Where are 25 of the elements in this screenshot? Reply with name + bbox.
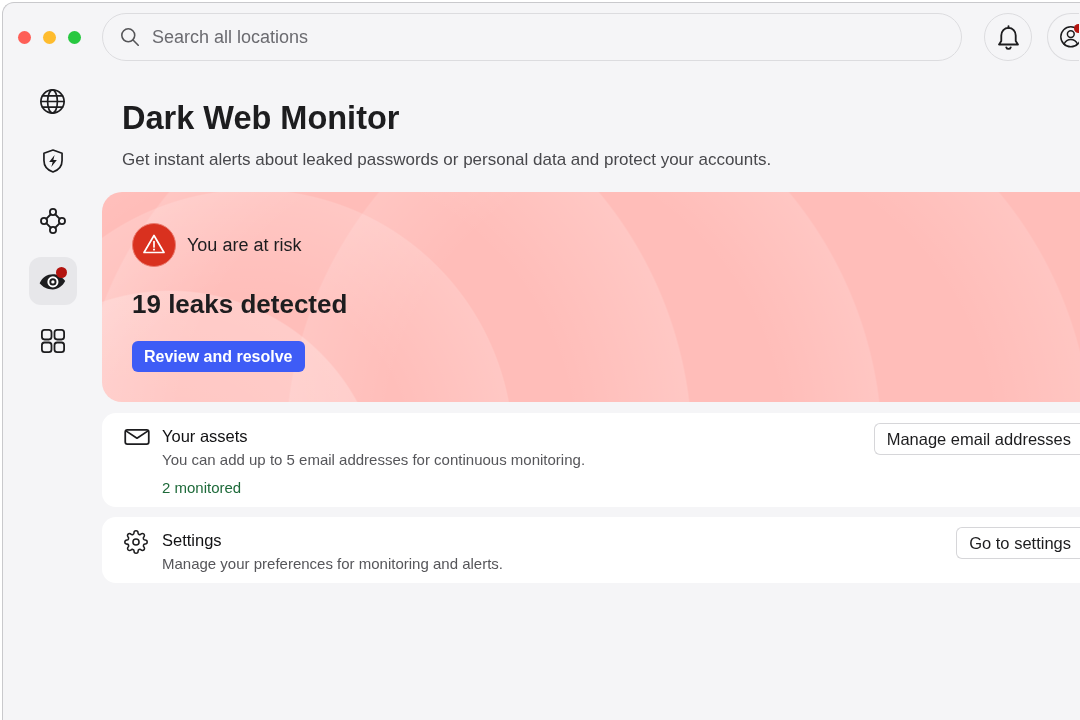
leak-count: 19 leaks detected (132, 288, 349, 320)
search-icon (121, 28, 139, 46)
globe-icon (40, 88, 65, 114)
bell-icon (997, 24, 1019, 50)
review-button[interactable]: Review and resolve (132, 341, 305, 372)
section-action-button[interactable]: Manage email addresses (873, 423, 1080, 455)
section-action-button[interactable]: Go to settings (956, 527, 1080, 559)
section-title: Your assets (162, 426, 249, 446)
mail-icon (124, 429, 150, 445)
gear-icon (124, 530, 148, 554)
page-subtitle: Get instant alerts about leaked passwords or personal data and protect your accounts. (122, 150, 773, 170)
warning-icon (132, 223, 176, 267)
page-title: Dark Web Monitor (122, 99, 401, 138)
shield-icon (42, 149, 63, 173)
section-description: Manage your preferences for monitoring and alerts. (162, 554, 504, 574)
network-icon (39, 208, 66, 234)
risk-status: You are at risk (187, 234, 302, 256)
search-field[interactable]: Search all locations (102, 13, 962, 61)
section-title: Settings (162, 530, 223, 550)
section-description: You can add up to 5 email addresses for continuous monitoring. (162, 450, 587, 470)
person-icon (1060, 26, 1079, 48)
sidebar-item[interactable] (28, 257, 77, 305)
close-button[interactable] (18, 30, 31, 44)
status-note: 2 monitored (162, 478, 243, 498)
grid-icon (40, 329, 65, 353)
